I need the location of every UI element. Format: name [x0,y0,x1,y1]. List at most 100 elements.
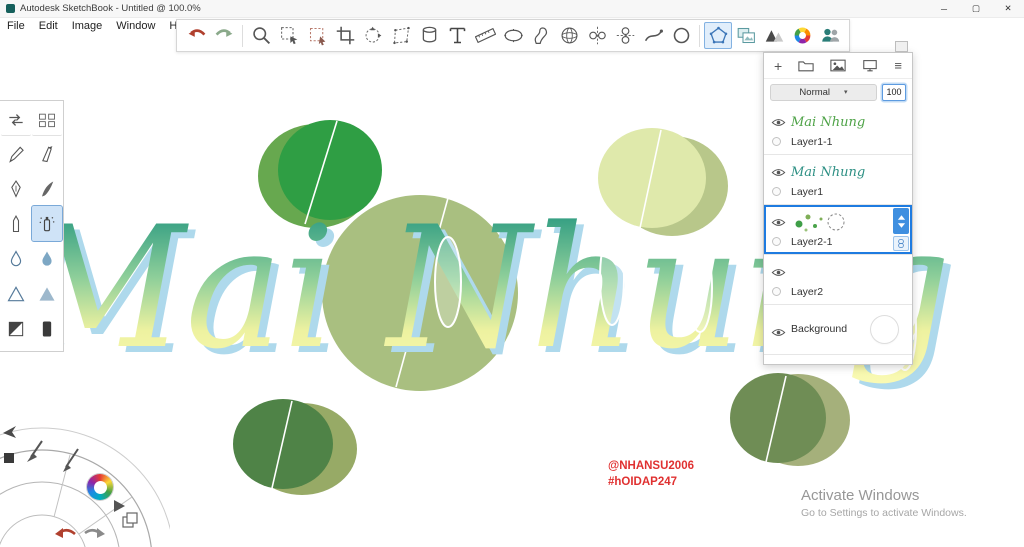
credit-text: @NHANSU2006 #hOIDAP247 [608,458,694,490]
minimize-button[interactable]: ─ [928,0,960,17]
tool-magic-select-button[interactable] [303,22,331,49]
layer-bullet [772,137,781,146]
tool-text-button[interactable] [443,22,471,49]
tool-steady-stroke-button[interactable] [639,22,667,49]
layer-name: Background [791,323,848,335]
tool-distort-button[interactable] [387,22,415,49]
brush-move-tool-button[interactable] [0,104,31,136]
menu-file[interactable]: File [0,20,32,32]
layer-list: Mai Nhung Layer1-1 Mai Nhung Layer1 Layer2-1… [764,105,912,355]
brush-marker-button[interactable] [32,311,62,346]
layer-lock-icon[interactable] [893,236,909,251]
layer-row-layer1-1[interactable]: Mai Nhung Layer1-1 [764,105,912,155]
window-title: Autodesk SketchBook - Untitled @ 100.0% [20,3,201,14]
selected-layer-controls [893,208,909,252]
blend-mode-select[interactable]: Normal ▾ [770,83,877,101]
panel-collapse-button[interactable] [895,41,908,52]
tool-redo-button[interactable] [210,22,238,49]
watermark-subtitle: Go to Settings to activate Windows. [801,507,967,519]
brush-knife-button[interactable] [32,136,62,171]
tool-ellipse-guide-button[interactable] [499,22,527,49]
layer-opacity-input[interactable]: 100 [882,83,906,101]
import-image-icon[interactable] [830,59,846,72]
tool-import-image-button[interactable] [732,22,760,49]
layer-bullet [772,187,781,196]
layer-row-background[interactable]: Background [764,305,912,355]
add-layer-icon[interactable]: + [774,59,782,73]
window-controls: ─ ▢ ✕ [928,0,1024,17]
tool-crop-button[interactable] [331,22,359,49]
visibility-eye-icon[interactable] [771,114,786,132]
puck-brush-icon[interactable] [27,440,43,462]
chevron-down-icon: ▾ [844,89,848,96]
menu-window[interactable]: Window [109,20,162,32]
maximize-button[interactable]: ▢ [960,0,992,17]
layer-preview: Mai Nhung [791,164,866,180]
menu-edit[interactable]: Edit [32,20,65,32]
brush-palette [0,100,64,352]
menu-image[interactable]: Image [65,20,110,32]
layers-panel: + ≡ Normal ▾ 100 Mai Nhung Layer1-1 Mai Nhu… [763,41,913,365]
brush-grid [0,104,63,346]
present-icon[interactable] [862,59,878,72]
tool-undo-button[interactable] [182,22,210,49]
tool-shape-button[interactable] [704,22,732,49]
visibility-eye-icon[interactable] [771,264,786,282]
layers-header: + ≡ [764,53,912,79]
tool-zoom-button[interactable] [247,22,275,49]
visibility-eye-icon[interactable] [771,214,786,232]
layer-bullet [772,287,781,296]
layer-row-layer2-1[interactable]: Layer2-1 [764,205,912,255]
layer-row-layer2[interactable]: Layer2 [764,255,912,305]
tool-symmetry-h-button[interactable] [611,22,639,49]
layer-move-handle[interactable] [893,208,909,234]
brush-grid-tool-button[interactable] [31,104,62,136]
new-folder-icon[interactable] [798,59,814,72]
tool-gradient-button[interactable] [760,22,788,49]
blend-row: Normal ▾ 100 [764,79,912,105]
brush-airbrush-button[interactable] [30,205,63,242]
brush-smear-button[interactable] [1,241,31,276]
tool-color-wheel-button[interactable] [788,22,816,49]
toolbar-separator [699,24,700,47]
visibility-eye-icon[interactable] [771,164,786,182]
brush-pencil-button[interactable] [1,136,31,171]
layer-name: Layer2-1 [791,236,833,248]
tool-ruler-button[interactable] [471,22,499,49]
brush-gradient-square-button[interactable] [1,311,31,346]
close-button[interactable]: ✕ [992,0,1024,17]
swatch-icon[interactable] [4,453,14,463]
puck-play-icon[interactable] [114,500,125,512]
brush-triangle-filled-button[interactable] [32,276,62,311]
blend-mode-value: Normal [799,86,831,98]
layer-row-layer1[interactable]: Mai Nhung Layer1 [764,155,912,205]
tool-select-button[interactable] [275,22,303,49]
layer-name: Layer1 [791,186,824,198]
color-wheel-puck[interactable] [87,474,113,500]
menubar: FileEditImageWindowHelp [0,18,200,34]
tool-symmetry-v-button[interactable] [583,22,611,49]
visibility-eye-icon[interactable] [771,324,786,342]
layer-preview [791,210,851,234]
puck-copy-icon[interactable] [122,512,138,528]
tool-transform-button[interactable] [359,22,387,49]
marking-menu-arrow-icon[interactable] [3,426,16,438]
brush-triangle-outline-button[interactable] [1,276,31,311]
puck-redo-icon[interactable] [84,528,105,538]
panel-menu-icon[interactable]: ≡ [894,59,902,72]
tool-french-curve-button[interactable] [527,22,555,49]
brush-quill-button[interactable] [32,171,62,206]
layer-bullet [772,237,781,246]
brush-pen-button[interactable] [1,206,31,241]
background-thumbnail[interactable] [871,316,898,343]
titlebar: Autodesk SketchBook - Untitled @ 100.0% … [0,0,1024,18]
tool-accounts-button[interactable] [816,22,844,49]
corner-puck[interactable] [0,417,170,547]
tool-ellipse-tool-button[interactable] [667,22,695,49]
brush-nib-button[interactable] [1,171,31,206]
tool-fill-button[interactable] [415,22,443,49]
tool-perspective-button[interactable] [555,22,583,49]
brush-smear-filled-button[interactable] [32,241,62,276]
puck-undo-icon[interactable] [55,528,76,538]
layer-preview: Mai Nhung [791,114,866,130]
